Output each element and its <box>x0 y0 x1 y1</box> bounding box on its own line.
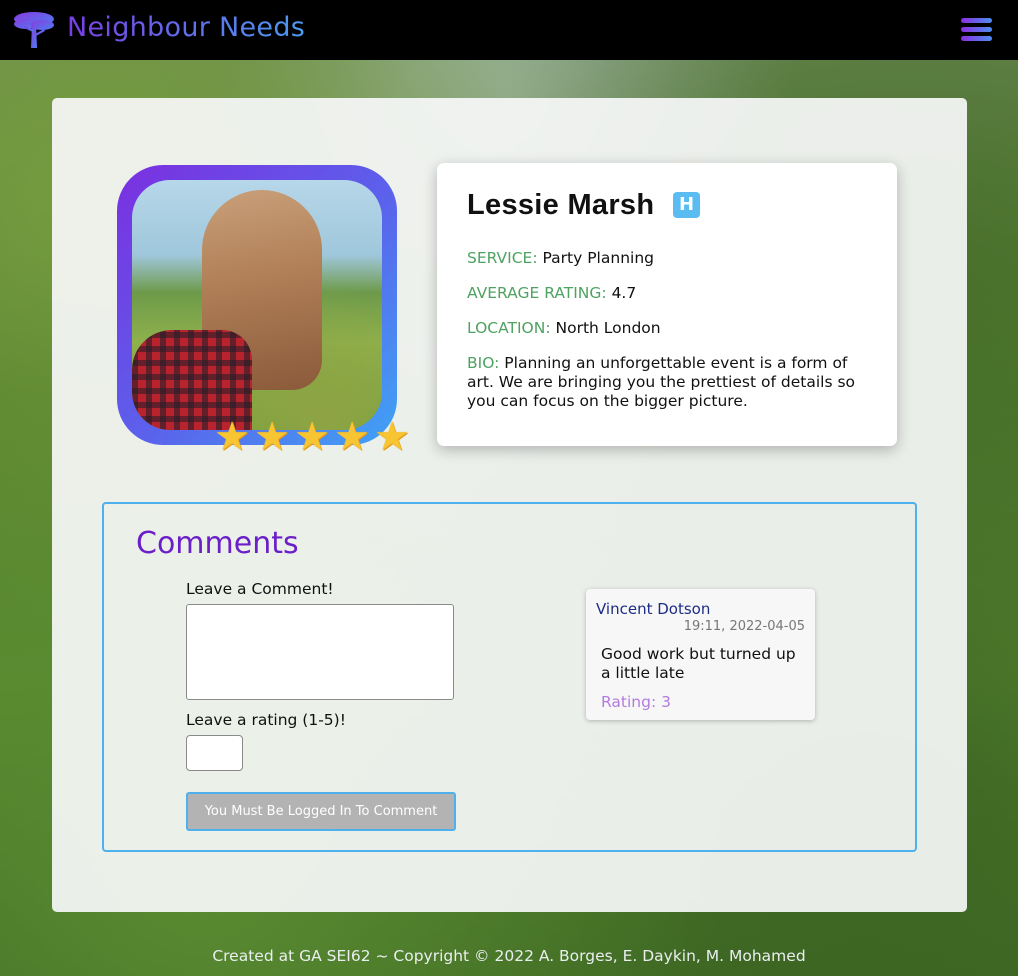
h-badge-icon: H <box>673 192 700 218</box>
star-icon: ★ <box>334 414 370 460</box>
bio-field: BIO: Planning an unforgettable event is … <box>467 354 867 411</box>
hamburger-icon[interactable] <box>961 18 992 43</box>
location-field: LOCATION: North London <box>467 319 867 338</box>
rating-field: AVERAGE RATING: 4.7 <box>467 284 867 303</box>
avatar-frame <box>117 165 397 445</box>
comments-title: Comments <box>136 526 299 561</box>
comment-timestamp: 19:11, 2022-04-05 <box>683 619 805 634</box>
star-icon: ★ <box>374 414 410 460</box>
location-label: LOCATION: <box>467 319 551 337</box>
rating-input[interactable] <box>186 735 243 771</box>
comment-textarea[interactable] <box>186 604 454 700</box>
service-field: SERVICE: Party Planning <box>467 249 867 268</box>
star-icon: ★ <box>254 414 290 460</box>
profile-name: Lessie Marsh <box>467 189 655 221</box>
comment-card: Vincent Dotson 19:11, 2022-04-05 Good wo… <box>586 589 815 720</box>
rating-stars: ★ ★ ★ ★ ★ <box>212 417 412 457</box>
bio-value: Planning an unforgettable event is a for… <box>467 354 855 410</box>
tree-icon[interactable] <box>12 10 56 50</box>
submit-comment-button[interactable]: You Must Be Logged In To Comment <box>186 792 456 831</box>
navbar: Neighbour Needs <box>0 0 1018 60</box>
rating-label: AVERAGE RATING: <box>467 284 607 302</box>
star-icon: ★ <box>214 414 250 460</box>
service-label: SERVICE: <box>467 249 538 267</box>
brand-title[interactable]: Neighbour Needs <box>67 12 305 43</box>
footer-text: Created at GA SEI62 ~ Copyright © 2022 A… <box>212 947 806 965</box>
profile-info-card: Lessie Marsh H SERVICE: Party Planning A… <box>437 163 897 446</box>
comment-author[interactable]: Vincent Dotson <box>596 600 710 618</box>
bio-label: BIO: <box>467 354 500 372</box>
rating-input-label: Leave a rating (1-5)! <box>186 711 346 729</box>
comments-section: Comments Leave a Comment! Leave a rating… <box>102 502 917 852</box>
comment-label: Leave a Comment! <box>186 580 334 598</box>
service-value: Party Planning <box>542 249 654 267</box>
location-value: North London <box>555 319 661 337</box>
comment-text: Good work but turned up a little late <box>601 645 796 682</box>
rating-value: 4.7 <box>611 284 637 302</box>
star-icon: ★ <box>294 414 330 460</box>
comment-rating: Rating: 3 <box>601 693 671 711</box>
avatar <box>132 180 382 430</box>
